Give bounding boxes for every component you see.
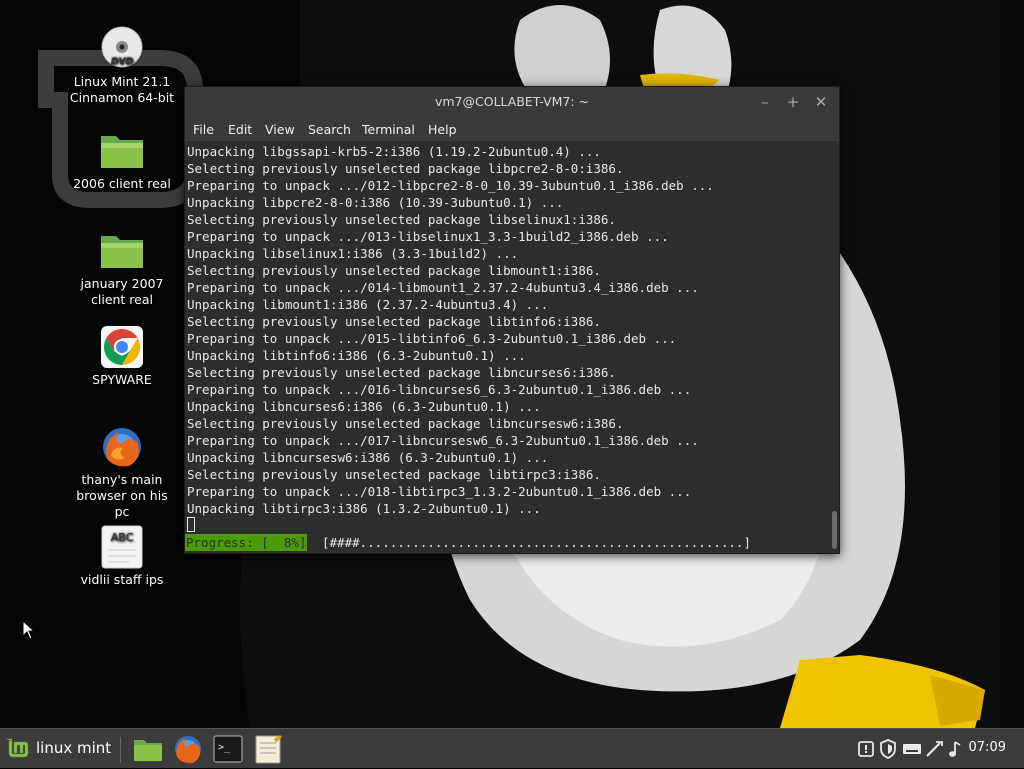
update-manager-tray[interactable] <box>856 738 876 760</box>
terminal-lines: Unpacking libgssapi-krb5-2:i386 (1.19.2-… <box>187 143 714 517</box>
terminal-line: Preparing to unpack .../012-libpcre2-8-0… <box>187 178 714 193</box>
terminal-line: Selecting previously unselected package … <box>187 365 616 380</box>
firefox-icon <box>99 424 145 470</box>
terminal-line: Selecting previously unselected package … <box>187 212 616 227</box>
desktop-icon-label: SPYWARE <box>92 372 152 387</box>
taskbar-panel: linux mint >_ 07:09 <box>0 728 1024 768</box>
progress-bar-text: [####...................................… <box>322 535 751 550</box>
desktop-icon-folder-2007[interactable]: january 2007 client real <box>67 228 177 308</box>
minimize-button[interactable]: – <box>755 92 775 112</box>
firefox-icon <box>175 736 201 764</box>
desktop-icon-dvd[interactable]: DVD Linux Mint 21.1 Cinnamon 64-bit <box>67 26 177 106</box>
svg-text:>_: >_ <box>218 742 231 753</box>
clock[interactable]: 07:09 <box>969 740 1006 755</box>
terminal-icon: >_ <box>213 735 243 763</box>
terminal-launcher[interactable]: >_ <box>212 733 244 765</box>
mouse-pointer-icon <box>22 620 36 640</box>
desktop-icon-firefox[interactable]: thany's main browser on his pc <box>67 424 177 520</box>
folder-icon <box>99 228 145 274</box>
menubar: File Edit View Search Terminal Help <box>185 117 839 141</box>
scrollbar[interactable] <box>829 141 839 553</box>
files-icon <box>134 740 162 761</box>
desktop-icon-label: 2006 client real <box>73 176 171 191</box>
network-tray[interactable] <box>924 738 944 760</box>
terminal-line: Unpacking libpcre2-8-0:i386 (10.39-3ubun… <box>187 195 564 210</box>
terminal-line: Unpacking libtirpc3:i386 (1.3.2-2ubuntu0… <box>187 501 541 516</box>
terminal-line: Preparing to unpack .../015-libtinfo6_6.… <box>187 331 677 346</box>
terminal-line: Selecting previously unselected package … <box>187 467 601 482</box>
menu-view[interactable]: View <box>265 122 295 137</box>
terminal-line: Preparing to unpack .../013-libselinux1_… <box>187 229 669 244</box>
desktop-icon-label: thany's main <box>81 472 163 487</box>
desktop-icon-label: january 2007 <box>80 276 164 291</box>
terminal-line: Selecting previously unselected package … <box>187 314 601 329</box>
terminal-cursor <box>187 517 195 532</box>
terminal-line: Preparing to unpack .../014-libmount1_2.… <box>187 280 699 295</box>
scrollbar-thumb[interactable] <box>832 511 837 549</box>
desktop-icon-label: client real <box>91 292 153 307</box>
menu-terminal[interactable]: Terminal <box>362 122 415 137</box>
terminal-line: Unpacking libtinfo6:i386 (6.3-2ubuntu0.1… <box>187 348 526 363</box>
text-editor-icon <box>255 735 282 764</box>
svg-text:DVD: DVD <box>111 57 133 67</box>
terminal-line: Selecting previously unselected package … <box>187 161 624 176</box>
folder-icon <box>99 128 145 174</box>
text-editor-launcher[interactable] <box>252 733 284 765</box>
shield-icon <box>880 739 896 759</box>
terminal-line: Unpacking libncurses6:i386 (6.3-2ubuntu0… <box>187 399 541 414</box>
files-launcher[interactable] <box>132 733 164 765</box>
terminal-line: Unpacking libgssapi-krb5-2:i386 (1.19.2-… <box>187 144 601 159</box>
menu-search[interactable]: Search <box>308 122 351 137</box>
terminal-line: Selecting previously unselected package … <box>187 416 624 431</box>
text-file-icon: ABC <box>99 524 145 570</box>
desktop-icon-chrome-spyware[interactable]: SPYWARE <box>67 324 177 388</box>
text-file-glyph-text: ABC <box>111 531 134 544</box>
mint-logo-icon <box>5 738 29 758</box>
desktop-icon-label: Linux Mint 21.1 <box>73 74 171 89</box>
terminal-line: Selecting previously unselected package … <box>187 263 601 278</box>
desktop-icon-label: Cinnamon 64-bit <box>69 90 175 105</box>
terminal-line: Preparing to unpack .../018-libtirpc3_1.… <box>187 484 692 499</box>
network-icon <box>926 741 943 757</box>
desktop-icon-label: vidlii staff ips <box>80 572 164 587</box>
keyboard-icon <box>903 744 921 754</box>
keyboard-tray[interactable] <box>902 738 922 760</box>
window-titlebar[interactable]: vm7@COLLABET-VM7: ~ – + ✕ <box>185 87 839 117</box>
menu-label: linux mint <box>36 739 112 757</box>
close-button[interactable]: ✕ <box>811 92 831 112</box>
terminal-line: Unpacking libncursesw6:i386 (6.3-2ubuntu… <box>187 450 549 465</box>
shield-tray[interactable] <box>878 738 898 760</box>
desktop-icon-text-file[interactable]: ABC vidlii staff ips <box>67 524 177 588</box>
update-manager-icon <box>858 741 874 757</box>
terminal-line: Preparing to unpack .../017-libncursesw6… <box>187 433 699 448</box>
terminal-line: Unpacking libselinux1:i386 (3.3-1build2)… <box>187 246 519 261</box>
maximize-button[interactable]: + <box>783 92 803 112</box>
terminal-line: Unpacking libmount1:i386 (2.37.2-4ubuntu… <box>187 297 549 312</box>
desktop-icon-folder-2006[interactable]: 2006 client real <box>67 128 177 192</box>
panel-separator <box>120 737 121 763</box>
menu-help[interactable]: Help <box>428 122 457 137</box>
window-title: vm7@COLLABET-VM7: ~ <box>434 94 590 109</box>
terminal-output[interactable]: Unpacking libgssapi-krb5-2:i386 (1.19.2-… <box>185 141 829 553</box>
menu-edit[interactable]: Edit <box>228 122 252 137</box>
firefox-launcher[interactable] <box>172 733 204 765</box>
desktop-icon-label: browser on his pc <box>76 488 168 519</box>
progress-label: Progress: [ 8%] <box>185 534 308 551</box>
terminal-window[interactable]: vm7@COLLABET-VM7: ~ – + ✕ File Edit View… <box>184 86 840 554</box>
sound-tray[interactable] <box>946 738 966 760</box>
chrome-icon <box>99 324 145 370</box>
dvd-icon: DVD <box>99 26 145 72</box>
terminal-line: Preparing to unpack .../016-libncurses6_… <box>187 382 692 397</box>
sound-icon <box>949 741 961 757</box>
menu-file[interactable]: File <box>193 122 214 137</box>
